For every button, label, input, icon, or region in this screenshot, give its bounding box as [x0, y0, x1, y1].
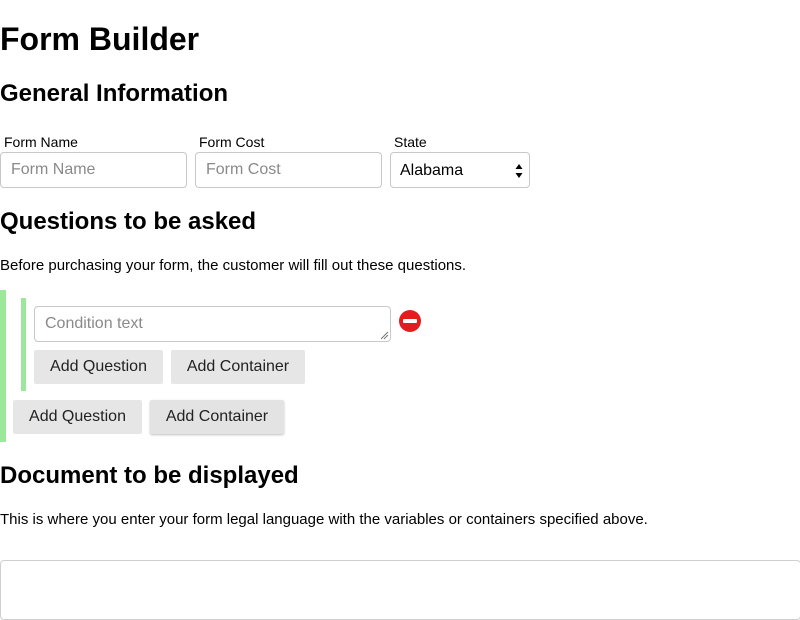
- outer-container-bar: [0, 290, 6, 442]
- state-label: State: [394, 134, 427, 150]
- inner-container-bar: [21, 298, 26, 391]
- questions-heading: Questions to be asked: [0, 208, 257, 235]
- inner-add-question-button[interactable]: Add Question: [34, 350, 163, 384]
- remove-circle-icon[interactable]: [399, 310, 421, 332]
- general-information-heading: General Information: [0, 80, 229, 107]
- document-heading: Document to be displayed: [0, 462, 299, 489]
- form-name-input[interactable]: [0, 152, 187, 188]
- state-select[interactable]: Alabama: [390, 152, 530, 188]
- document-text-area[interactable]: [0, 560, 800, 620]
- up-down-arrows-icon: [515, 164, 523, 178]
- form-cost-input[interactable]: [195, 152, 382, 188]
- page-title: Form Builder: [0, 21, 200, 57]
- document-description: This is where you enter your form legal …: [0, 511, 648, 528]
- inner-add-container-button[interactable]: Add Container: [171, 350, 305, 384]
- condition-text-input[interactable]: [34, 306, 391, 342]
- add-question-button[interactable]: Add Question: [13, 400, 142, 434]
- form-name-label: Form Name: [4, 134, 78, 150]
- form-cost-label: Form Cost: [199, 134, 265, 150]
- questions-description: Before purchasing your form, the custome…: [0, 257, 467, 274]
- state-select-value: Alabama: [400, 162, 464, 179]
- resize-grip-icon[interactable]: [380, 331, 389, 340]
- add-container-button[interactable]: Add Container: [150, 400, 284, 434]
